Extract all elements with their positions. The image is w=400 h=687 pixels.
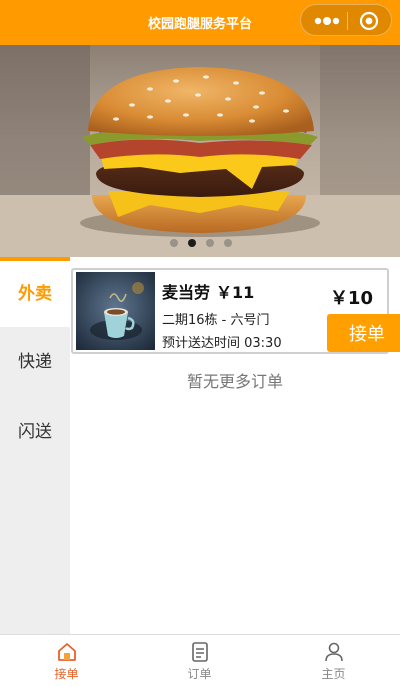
carousel-dot[interactable] <box>206 239 214 247</box>
carousel-dot-active[interactable] <box>188 239 196 247</box>
carousel-dot[interactable] <box>170 239 178 247</box>
tab-label: 接单 <box>54 667 79 681</box>
home-icon <box>57 643 76 661</box>
bottom-tab-bar: 接单 订单 主页 <box>0 634 400 687</box>
tab-label: 主页 <box>321 667 346 681</box>
no-more-orders-text: 暂无更多订单 <box>186 372 283 391</box>
accept-order-button[interactable]: 接单 <box>327 314 400 352</box>
user-icon <box>324 642 343 662</box>
sidebar-item-flash-delivery[interactable]: 闪送 <box>0 397 70 467</box>
carousel-indicator[interactable] <box>170 239 232 247</box>
sidebar-item-express[interactable]: 快递 <box>0 327 70 397</box>
target-circle-icon[interactable] <box>359 11 379 31</box>
category-sidebar: 外卖 快递 闪送 <box>0 257 70 634</box>
burger-photo <box>0 45 400 257</box>
store-name-and-price: 麦当劳 ￥11 <box>162 279 254 303</box>
delivery-address: 二期16栋 - 六号门 <box>162 313 270 328</box>
capsule-divider <box>347 12 348 30</box>
tab-profile[interactable]: 主页 <box>267 638 400 686</box>
tab-label: 订单 <box>187 667 212 681</box>
order-card[interactable]: 麦当劳 ￥11 ￥10 二期16栋 - 六号门 预计送达时间 03:30 接单 <box>71 268 400 354</box>
tab-accept-orders[interactable]: 接单 <box>0 638 133 686</box>
mini-program-capsule <box>300 4 392 36</box>
tab-orders[interactable]: 订单 <box>133 638 266 686</box>
order-list: 麦当劳 ￥11 ￥10 二期16栋 - 六号门 预计送达时间 03:30 接单 暂… <box>70 257 400 634</box>
store-name: 麦当劳 <box>162 283 211 302</box>
estimated-delivery-time: 预计送达时间 03:30 <box>162 336 282 351</box>
top-navigation-bar: 校园跑腿服务平台 <box>0 0 400 45</box>
sidebar-item-takeout[interactable]: 外卖 <box>0 257 70 327</box>
banner-carousel[interactable] <box>0 45 400 257</box>
item-price: ￥11 <box>216 283 255 302</box>
delivery-fee: ￥10 <box>329 288 373 309</box>
more-dots-icon[interactable] <box>313 16 341 26</box>
coffee-cup-photo <box>76 272 155 350</box>
order-list-icon <box>191 642 208 662</box>
carousel-dot[interactable] <box>224 239 232 247</box>
